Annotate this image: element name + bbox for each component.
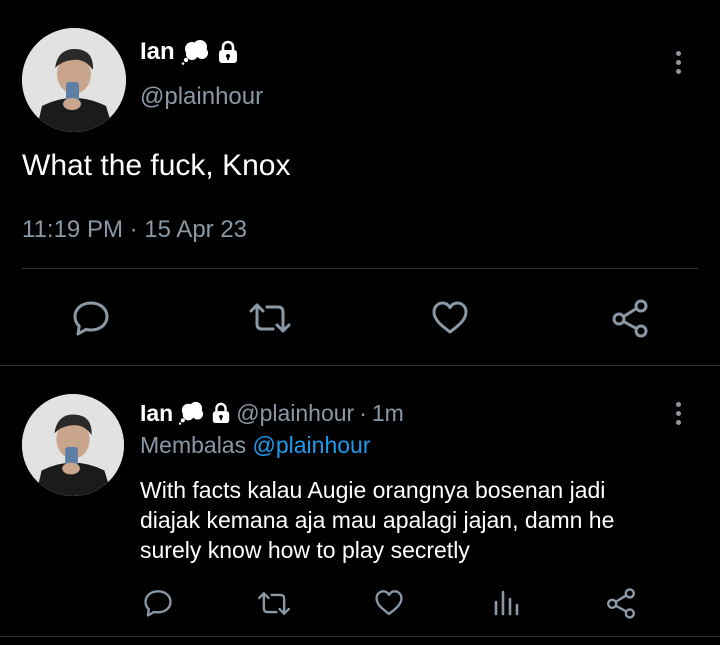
reply-icon[interactable] [143, 589, 173, 617]
more-options-icon[interactable] [668, 402, 688, 425]
thought-balloon-icon [181, 39, 211, 65]
like-icon[interactable] [431, 300, 469, 336]
meta-separator: · [359, 399, 367, 426]
analytics-icon[interactable] [492, 588, 520, 616]
avatar[interactable] [22, 394, 124, 496]
reply-text: With facts kalau Augie orangnya bosenan … [140, 475, 614, 565]
replying-to-link[interactable]: @plainhour [253, 432, 371, 458]
display-name[interactable]: Ian [140, 400, 173, 427]
reply-time[interactable]: 1m [372, 400, 404, 427]
reply-text-line: diajak kemana aja mau apalagi jajan, dam… [140, 507, 615, 533]
divider [22, 268, 698, 269]
reply-text-line: With facts kalau Augie orangnya bosenan … [140, 477, 606, 503]
tweet-text: What the fuck, Knox [22, 149, 291, 182]
section-divider [0, 365, 720, 366]
like-icon[interactable] [374, 589, 404, 617]
avatar[interactable] [22, 28, 126, 132]
more-options-icon[interactable] [668, 51, 688, 74]
reply-text-line: surely know how to play secretly [140, 537, 470, 563]
reply-icon[interactable] [72, 300, 110, 336]
lock-icon [211, 402, 231, 424]
handle[interactable]: @plainhour [140, 83, 263, 111]
replying-prefix: Membalas [140, 432, 247, 458]
share-icon[interactable] [610, 298, 650, 338]
display-name[interactable]: Ian [140, 38, 175, 66]
handle[interactable]: @plainhour [236, 400, 354, 427]
share-icon[interactable] [605, 587, 637, 619]
retweet-icon[interactable] [256, 591, 292, 616]
section-divider [0, 636, 720, 637]
tweet-timestamp[interactable]: 11:19 PM · 15 Apr 23 [22, 216, 247, 244]
lock-icon [217, 40, 239, 64]
main-name-row: Ian [140, 37, 239, 67]
reply-header-row: Ian @plainhour · 1m [140, 398, 404, 428]
retweet-icon[interactable] [247, 302, 293, 334]
thought-balloon-icon [178, 401, 206, 425]
replying-to-line: Membalas @plainhour [140, 432, 370, 459]
